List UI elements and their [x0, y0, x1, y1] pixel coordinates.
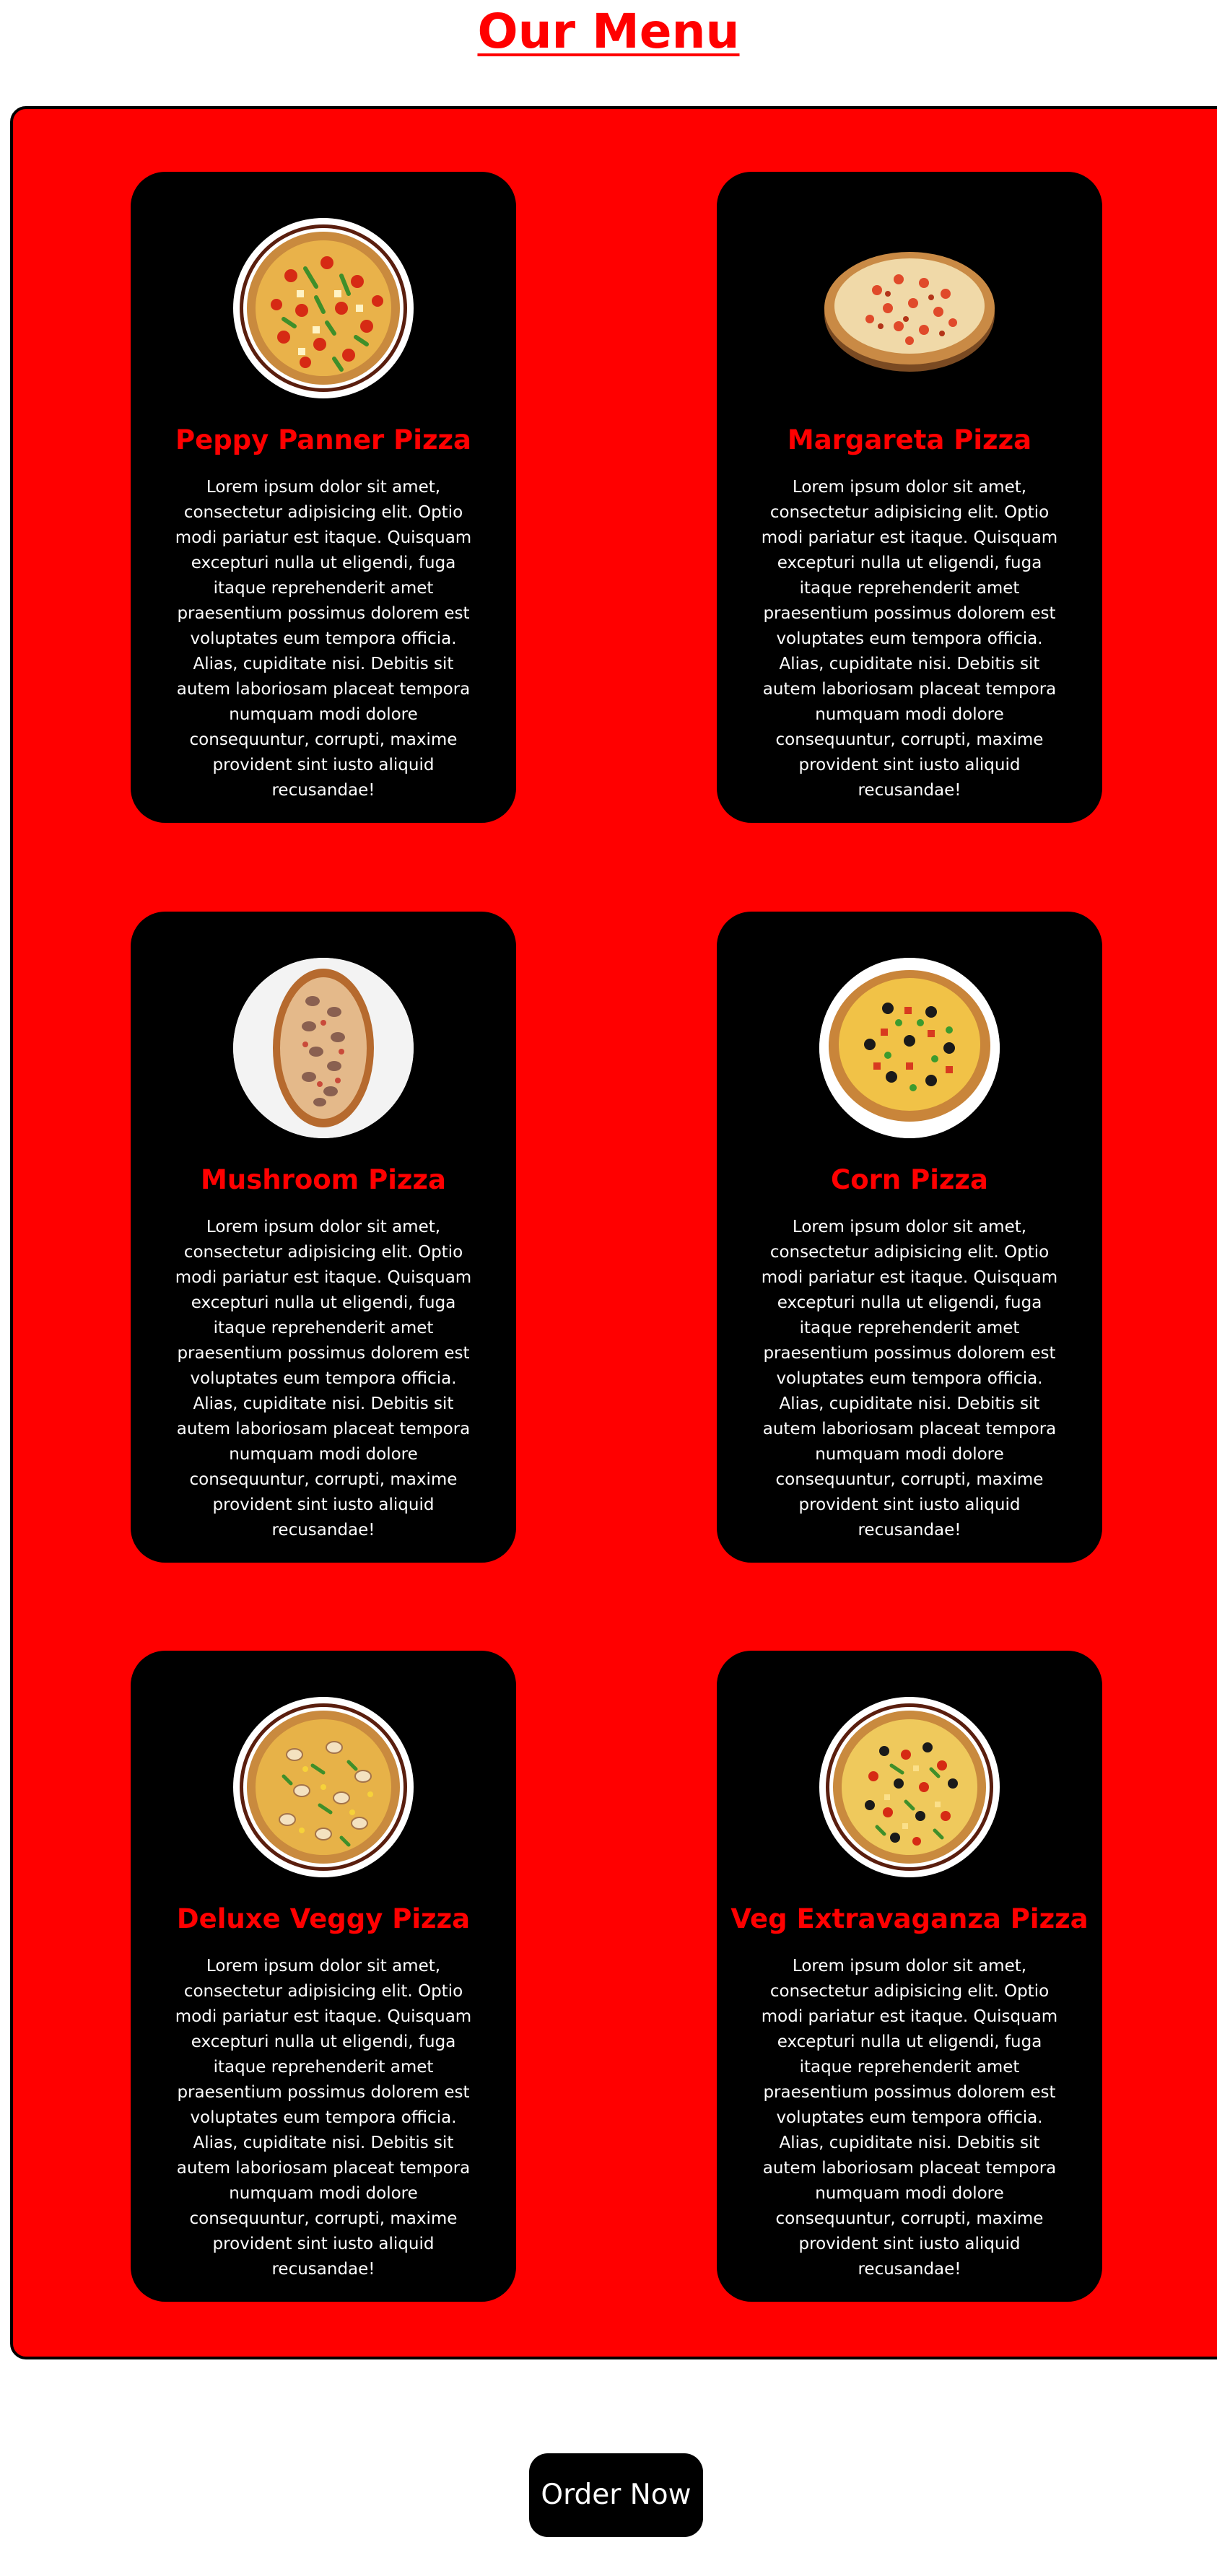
menu-card: Peppy Panner Pizza Lorem ipsum dolor sit… [131, 172, 516, 823]
card-description: Lorem ipsum dolor sit amet, consectetur … [761, 478, 1058, 800]
peppy-paneer-pizza-image [233, 218, 414, 398]
mushroom-pizza-image [233, 958, 414, 1138]
menu-card: Deluxe Veggy Pizza Lorem ipsum dolor sit… [131, 1651, 516, 2302]
menu-card: Veg Extravaganza Pizza Lorem ipsum dolor… [717, 1651, 1102, 2302]
card-description: Lorem ipsum dolor sit amet, consectetur … [175, 1218, 472, 1540]
card-description: Lorem ipsum dolor sit amet, consectetur … [175, 1957, 472, 2279]
card-description: Lorem ipsum dolor sit amet, consectetur … [761, 1957, 1058, 2279]
order-now-button[interactable]: Order Now [529, 2453, 703, 2537]
page-title: Our Menu [477, 4, 740, 59]
menu-card: Corn Pizza Lorem ipsum dolor sit amet, c… [717, 912, 1102, 1563]
card-description: Lorem ipsum dolor sit amet, consectetur … [175, 478, 472, 800]
menu-card: Margareta Pizza Lorem ipsum dolor sit am… [717, 172, 1102, 823]
veg-extravaganza-pizza-image [819, 1697, 1000, 1877]
card-title: Veg Extravaganza Pizza [730, 1903, 1089, 1934]
card-title: Peppy Panner Pizza [175, 424, 472, 455]
deluxe-veggie-pizza-image [233, 1697, 414, 1877]
card-title: Corn Pizza [831, 1164, 988, 1195]
card-title: Deluxe Veggy Pizza [176, 1903, 471, 1934]
margherita-pizza-image [819, 218, 1000, 398]
card-description: Lorem ipsum dolor sit amet, consectetur … [761, 1218, 1058, 1540]
card-title: Mushroom Pizza [201, 1164, 446, 1195]
card-title: Margareta Pizza [787, 424, 1032, 455]
menu-card: Mushroom Pizza Lorem ipsum dolor sit ame… [131, 912, 516, 1563]
corn-pizza-image [819, 958, 1000, 1138]
